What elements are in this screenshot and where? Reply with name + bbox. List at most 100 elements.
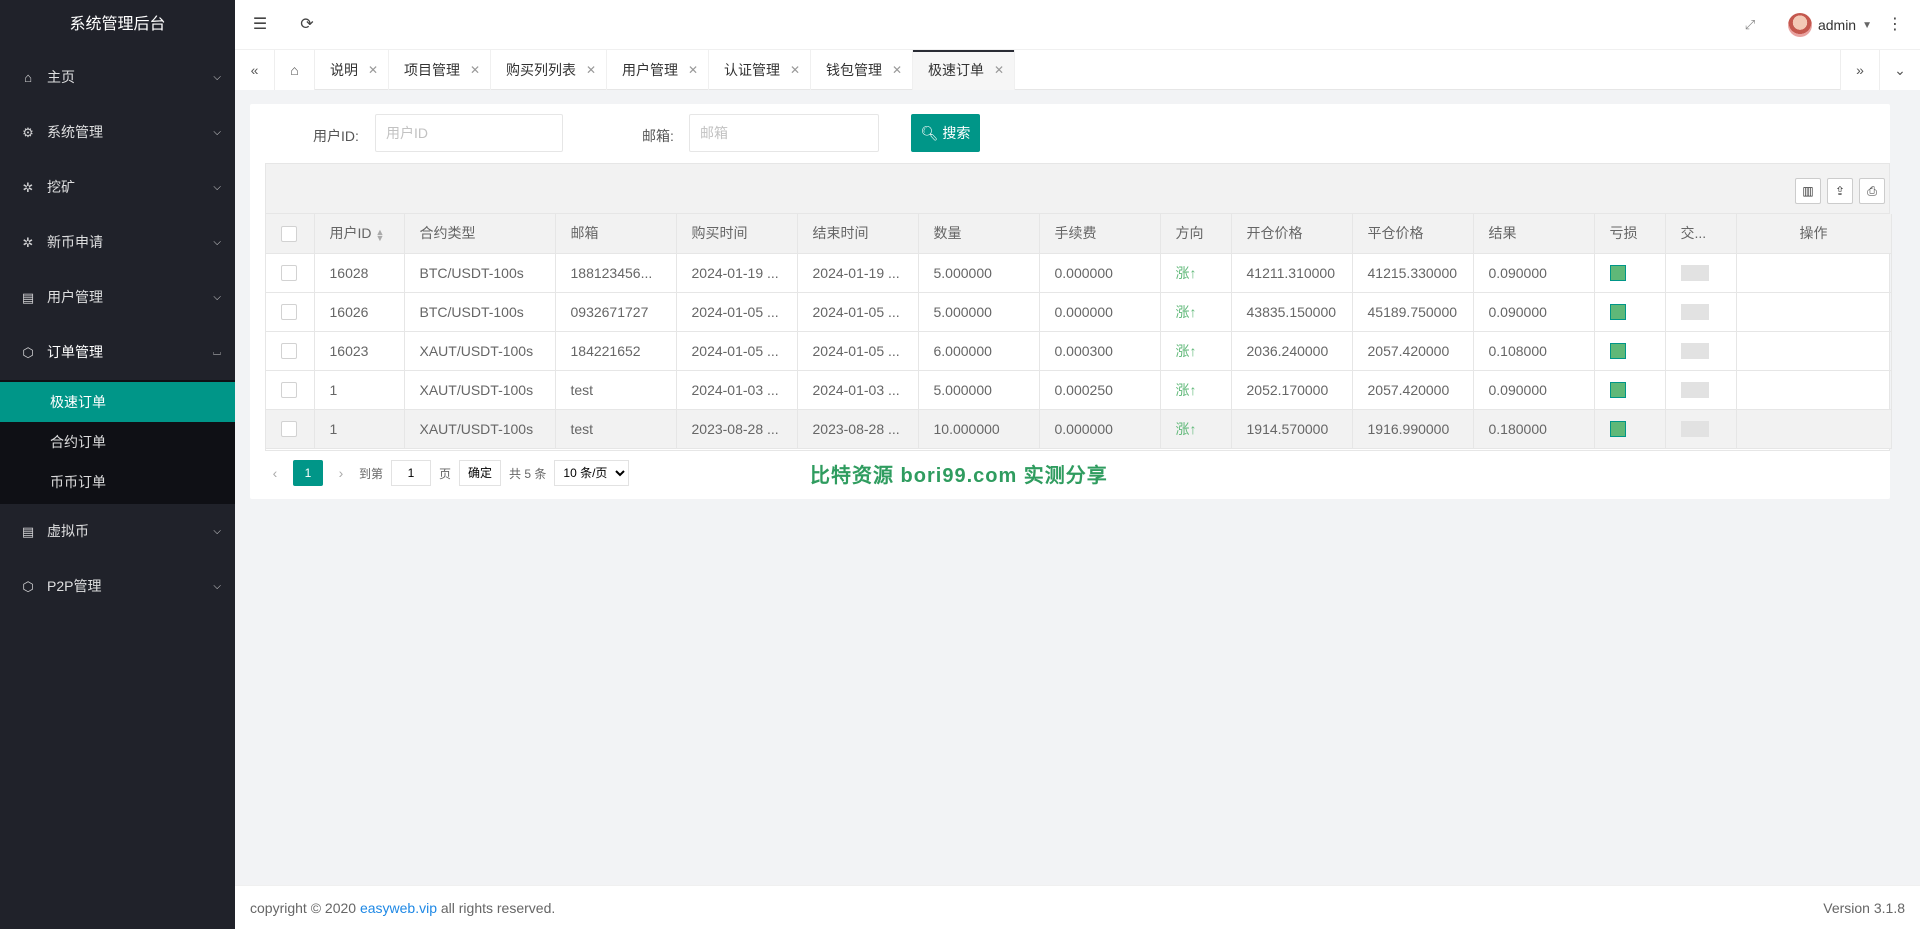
profit-badge bbox=[1609, 421, 1626, 438]
table-row: 1 XAUT/USDT-100s test 2024-01-03 ... 202… bbox=[266, 370, 1892, 410]
close-icon[interactable]: ✕ bbox=[994, 50, 1004, 90]
search-button[interactable]: 🔍︎ 搜索 bbox=[911, 114, 980, 152]
cell-buy-time: 2024-01-03 ... bbox=[676, 370, 798, 410]
cell-close-price: 41215.330000 bbox=[1352, 253, 1474, 293]
cell-fee: 0.000250 bbox=[1039, 370, 1161, 410]
cell-user-id: 1 bbox=[314, 409, 405, 449]
more-vertical-icon[interactable]: ⋮ bbox=[1875, 0, 1915, 50]
refresh-icon[interactable]: ⟳ bbox=[287, 0, 327, 50]
cell-open-price: 41211.310000 bbox=[1231, 253, 1353, 293]
current-page[interactable]: 1 bbox=[293, 460, 323, 486]
sidebar-subitem-coin-orders[interactable]: 币币订单 bbox=[0, 462, 235, 502]
chevron-down-icon: ⌵ bbox=[213, 72, 221, 83]
tab-wallet[interactable]: 钱包管理 ✕ bbox=[811, 50, 913, 90]
goto-label: 到第 bbox=[359, 466, 384, 481]
export-icon[interactable]: ⇪ bbox=[1827, 178, 1853, 204]
sidebar-item-orders[interactable]: ⬡ 订单管理 ⌴ bbox=[0, 325, 235, 380]
tab-readme[interactable]: 说明 ✕ bbox=[315, 50, 389, 90]
sidebar-item-new-coin[interactable]: ✲ 新币申请 ⌵ bbox=[0, 215, 235, 270]
chevron-down-icon: ⌵ bbox=[213, 127, 221, 138]
select-all-checkbox[interactable] bbox=[281, 225, 297, 242]
table-toolbar: ▥ ⇪ ⎙ bbox=[266, 164, 1889, 214]
orders-table-container: ▥ ⇪ ⎙ 用户ID ▲ ▼ 合约类型 邮箱 购买时间 结束时间 数量 手续费 … bbox=[265, 163, 1892, 451]
email-input[interactable] bbox=[689, 114, 879, 152]
cell-buy-time: 2023-08-28 ... bbox=[676, 409, 798, 449]
orders-table: 用户ID ▲ ▼ 合约类型 邮箱 购买时间 结束时间 数量 手续费 方向 开仓价格 … bbox=[266, 214, 1892, 449]
copyright-suffix: all rights reserved. bbox=[436, 900, 556, 916]
row-checkbox[interactable] bbox=[281, 421, 297, 438]
row-select-cell bbox=[266, 370, 315, 410]
cell-fee: 0.000000 bbox=[1039, 253, 1161, 293]
cell-close-price: 2057.420000 bbox=[1352, 370, 1474, 410]
menu-collapse-icon[interactable]: ☰ bbox=[240, 0, 280, 50]
fullscreen-icon[interactable]: ⤢ bbox=[1730, 0, 1770, 50]
table-row: 1 XAUT/USDT-100s test 2023-08-28 ... 202… bbox=[266, 409, 1892, 449]
cell-contract-type: XAUT/USDT-100s bbox=[404, 370, 556, 410]
tab-label: 极速订单 bbox=[928, 62, 984, 78]
sidebar-item-p2p[interactable]: ⬡ P2P管理 ⌵ bbox=[0, 559, 235, 614]
cell-direction: 涨↑ bbox=[1160, 370, 1232, 410]
cell-trade bbox=[1665, 409, 1737, 449]
row-checkbox[interactable] bbox=[281, 265, 297, 282]
tab-home-icon[interactable]: ⌂ bbox=[275, 50, 315, 90]
tab-project[interactable]: 项目管理 ✕ bbox=[389, 50, 491, 90]
close-icon[interactable]: ✕ bbox=[892, 50, 902, 90]
close-icon[interactable]: ✕ bbox=[368, 50, 378, 90]
tab-fast-orders[interactable]: 极速订单 ✕ bbox=[913, 50, 1015, 90]
col-fee: 手续费 bbox=[1039, 214, 1161, 254]
footer: copyright © 2020 easyweb.vip all rights … bbox=[235, 885, 1920, 929]
prev-page-icon[interactable]: ‹ bbox=[265, 465, 285, 481]
sidebar-item-system[interactable]: ⚙ 系统管理 ⌵ bbox=[0, 105, 235, 160]
tab-bar: « ⌂ 说明 ✕ 项目管理 ✕ 购买列列表 ✕ 用户管理 ✕ 认证管理 ✕ 钱包管理 ✕ 极… bbox=[235, 50, 1920, 90]
goto-confirm-button[interactable]: 确定 bbox=[459, 460, 502, 486]
sidebar-subitem-fast-orders[interactable]: 极速订单 bbox=[0, 382, 235, 422]
close-icon[interactable]: ✕ bbox=[470, 50, 480, 90]
row-select-cell bbox=[266, 292, 315, 332]
print-icon[interactable]: ⎙ bbox=[1859, 178, 1885, 204]
user-menu[interactable]: admin ▼ bbox=[1787, 0, 1872, 50]
sidebar-item-virtual-coin[interactable]: ▤ 虚拟币 ⌵ bbox=[0, 504, 235, 559]
col-contract-type: 合约类型 bbox=[404, 214, 556, 254]
tabs-scroll-right-icon[interactable]: » bbox=[1840, 50, 1880, 90]
tab-users[interactable]: 用户管理 ✕ bbox=[607, 50, 709, 90]
goto-page-input[interactable] bbox=[391, 460, 432, 486]
close-icon[interactable]: ✕ bbox=[586, 50, 596, 90]
columns-filter-icon[interactable]: ▥ bbox=[1795, 178, 1821, 204]
row-checkbox[interactable] bbox=[281, 382, 297, 399]
sidebar-item-mining[interactable]: ✲ 挖矿 ⌵ bbox=[0, 160, 235, 215]
chevron-up-icon: ⌴ bbox=[213, 347, 221, 358]
cell-actions bbox=[1736, 370, 1892, 410]
col-user-id[interactable]: 用户ID ▲ ▼ bbox=[314, 214, 405, 254]
tab-auth[interactable]: 认证管理 ✕ bbox=[709, 50, 811, 90]
sidebar-subitem-contract-orders[interactable]: 合约订单 bbox=[0, 422, 235, 462]
sidebar-item-users[interactable]: ▤ 用户管理 ⌵ bbox=[0, 270, 235, 325]
page-size-select[interactable]: 10 条/页 bbox=[554, 460, 630, 486]
sort-icon[interactable]: ▲ ▼ bbox=[376, 227, 385, 242]
row-checkbox[interactable] bbox=[281, 343, 297, 360]
cell-result: 0.180000 bbox=[1473, 409, 1595, 449]
tab-label: 项目管理 bbox=[404, 62, 460, 78]
row-checkbox[interactable] bbox=[281, 304, 297, 321]
next-page-icon[interactable]: › bbox=[331, 465, 351, 481]
sidebar-nav: ⌂ 主页 ⌵ ⚙ 系统管理 ⌵ ✲ 挖矿 ⌵ ✲ 新币申请 ⌵ ▤ 用户管理 ⌵… bbox=[0, 50, 235, 380]
tab-label: 用户管理 bbox=[622, 62, 678, 78]
user-id-label: 用户ID: bbox=[313, 128, 359, 144]
home-icon: ⌂ bbox=[24, 70, 32, 85]
trade-status-badge bbox=[1680, 304, 1709, 321]
sidebar-item-home[interactable]: ⌂ 主页 ⌵ bbox=[0, 50, 235, 105]
cell-contract-type: BTC/USDT-100s bbox=[404, 253, 556, 293]
cell-email: test bbox=[555, 409, 677, 449]
trade-status-badge bbox=[1680, 265, 1709, 282]
tabs-menu-chevron-down-icon[interactable]: ⌄ bbox=[1880, 50, 1920, 90]
cell-loss bbox=[1594, 292, 1666, 332]
close-icon[interactable]: ✕ bbox=[688, 50, 698, 90]
col-close-price: 平仓价格 bbox=[1352, 214, 1474, 254]
user-id-input[interactable] bbox=[375, 114, 563, 152]
footer-link[interactable]: easyweb.vip bbox=[360, 900, 437, 916]
sidebar-item-label: 主页 bbox=[47, 69, 75, 85]
tabs-scroll-left-icon[interactable]: « bbox=[235, 50, 275, 90]
close-icon[interactable]: ✕ bbox=[790, 50, 800, 90]
col-quantity: 数量 bbox=[918, 214, 1040, 254]
tab-purchase-list[interactable]: 购买列列表 ✕ bbox=[491, 50, 607, 90]
cell-quantity: 5.000000 bbox=[918, 370, 1040, 410]
